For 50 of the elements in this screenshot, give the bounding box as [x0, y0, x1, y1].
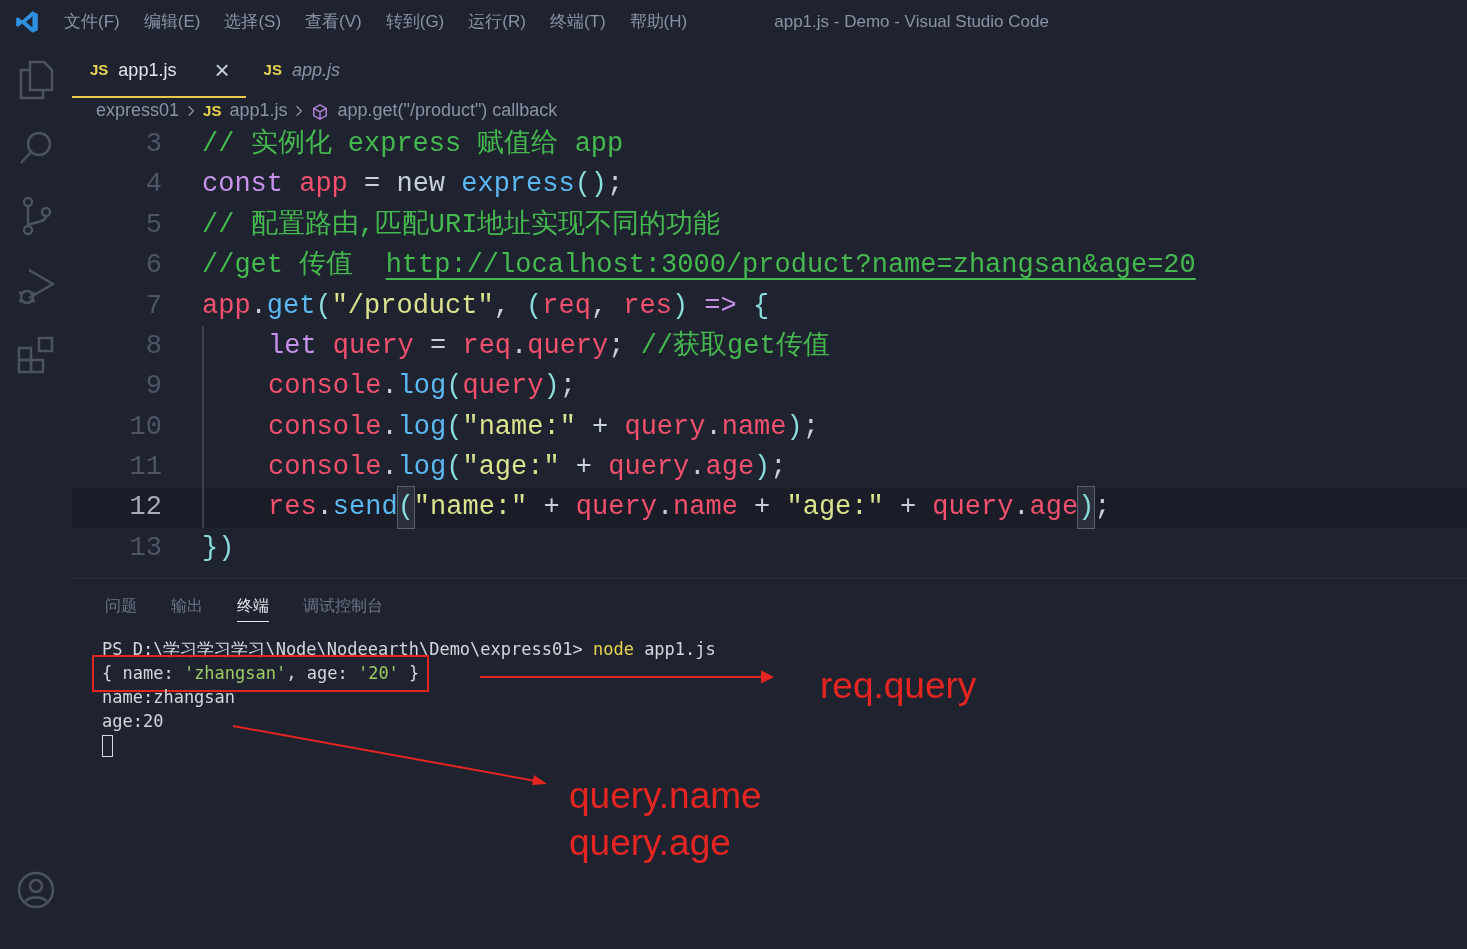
code-line: const app = new express(); — [202, 168, 624, 202]
run-debug-icon[interactable] — [17, 266, 55, 306]
chevron-icon — [295, 104, 304, 118]
search-icon[interactable] — [18, 130, 54, 166]
menu-item[interactable]: 转到(G) — [385, 9, 445, 35]
breadcrumb-item[interactable]: app1.js — [229, 97, 288, 124]
breadcrumb-item[interactable]: app.get("/product") callback — [337, 97, 558, 124]
close-icon[interactable]: × — [214, 57, 230, 83]
app-logo-icon — [14, 9, 40, 35]
window-title: app1.js - Demo - Visual Studio Code — [774, 11, 1049, 34]
panel-tab[interactable]: 问题 — [105, 594, 137, 623]
breadcrumb-item[interactable]: express01 — [96, 97, 180, 124]
code-line: // 实例化 express 赋值给 app — [202, 127, 624, 161]
annotation-label: query.age — [569, 821, 731, 865]
line-number: 12 — [128, 491, 163, 525]
extensions-icon[interactable] — [17, 336, 55, 374]
menu-item[interactable]: 帮助(H) — [629, 9, 688, 35]
code-line: app.get("/product", (req, res) => { — [202, 289, 770, 323]
annotation-label: query.name — [569, 774, 762, 818]
annotation-label: req.query — [820, 664, 977, 708]
panel-tab[interactable]: 终端 — [237, 594, 269, 623]
menu-item[interactable]: 运行(R) — [468, 9, 526, 35]
editor-tab[interactable]: JS app1.js × — [72, 44, 246, 98]
js-file-icon: JS — [90, 58, 109, 82]
code-line: // 配置路由,匹配URI地址实现不同的功能 — [202, 208, 721, 242]
menu-item[interactable]: 查看(V) — [305, 9, 362, 35]
terminal-line: age:20 — [102, 709, 164, 733]
code-line: }) — [202, 531, 235, 565]
tab-label: app1.js — [118, 58, 177, 82]
menu-item[interactable]: 文件(F) — [64, 9, 120, 35]
editor-tab[interactable]: JS app.js — [245, 44, 356, 98]
code-line: console.log(query); — [202, 366, 576, 407]
cube-icon — [311, 103, 330, 121]
code-line: //get 传值 http://localhost:3000/product?name=zhangsan&age=20 — [202, 245, 1196, 286]
menu-item[interactable]: 选择(S) — [224, 9, 282, 35]
chevron-icon — [187, 104, 196, 118]
js-file-icon: JS — [263, 58, 282, 82]
account-icon[interactable] — [17, 871, 55, 909]
tab-label: app.js — [291, 58, 340, 82]
code-line: console.log("name:" + query.name); — [202, 406, 819, 448]
panel-tab[interactable]: 输出 — [171, 594, 203, 623]
code-line: let query = req.query; //获取get传值 — [202, 325, 830, 367]
files-icon[interactable] — [18, 60, 54, 100]
url-link[interactable]: http://localhost:3000/product?name=zhangsan&age=20 — [385, 245, 1196, 286]
code-line: res.send("name:" + query.name + "age:" + query.age); — [202, 487, 1111, 528]
branch-icon[interactable] — [20, 196, 52, 236]
menu-item[interactable]: 终端(T) — [549, 9, 606, 35]
panel-tab[interactable]: 调试控制台 — [303, 594, 383, 623]
js-file-icon: JS — [203, 99, 222, 122]
menu-item[interactable]: 编辑(E) — [143, 9, 201, 35]
